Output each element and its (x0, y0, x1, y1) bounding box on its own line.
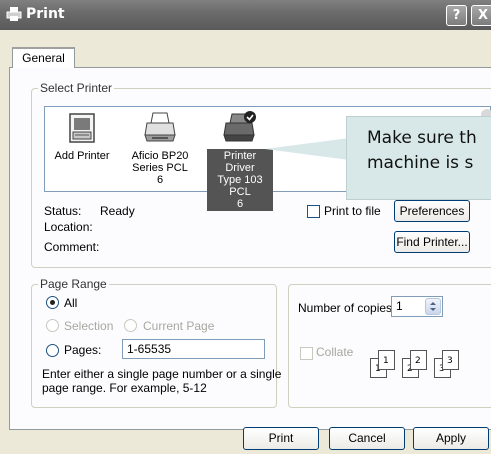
add-printer-icon (69, 113, 95, 143)
print-to-file-label: Print to file (324, 204, 381, 218)
collate-label: Collate (316, 345, 354, 359)
printer-item-label: Aficio BP20 Series PCL 6 (131, 150, 189, 186)
print-to-file-checkbox[interactable] (307, 205, 320, 218)
printer-icon (6, 7, 22, 21)
print-button[interactable]: Print (243, 427, 319, 450)
current-page-radio[interactable] (124, 319, 137, 332)
print-dialog: Print ? X General Select Printer Add Pri… (0, 0, 491, 454)
pages-input[interactable]: 1-65535 (122, 339, 265, 359)
printer-item-add-printer[interactable]: Add Printer (49, 107, 115, 163)
callout-line-1: Make sure th (367, 128, 477, 148)
spinner-arrows-icon (430, 302, 436, 311)
help-button[interactable]: ? (446, 5, 467, 26)
window-title: Print (26, 6, 65, 22)
all-pages-label: All (64, 296, 78, 310)
select-printer-title: Select Printer (38, 81, 115, 95)
close-button[interactable]: X (471, 5, 491, 26)
comment-label: Comment: (44, 240, 100, 254)
selection-radio[interactable] (46, 319, 59, 332)
pages-label: Pages: (64, 343, 102, 357)
all-pages-radio[interactable] (46, 296, 59, 309)
printer-item-label: Add Printer (54, 150, 110, 162)
page-range-title: Page Range (38, 277, 109, 291)
collate-page: 1 (378, 350, 395, 370)
pages-radio[interactable] (46, 344, 59, 357)
collate-page: 2 (410, 350, 427, 370)
printer-icon (144, 112, 176, 142)
printer-item-driver-type-103[interactable]: Printer Driver Type 103 PCL 6 (207, 107, 273, 211)
apply-button[interactable]: Apply (413, 427, 489, 450)
status-value: Ready (100, 204, 135, 218)
current-page-label: Current Page (143, 319, 215, 333)
collate-page: 3 (442, 350, 459, 370)
printer-item-aficio[interactable]: Aficio BP20 Series PCL 6 (127, 107, 193, 187)
number-of-copies-label: Number of copies: (298, 301, 396, 315)
selection-label: Selection (64, 319, 114, 333)
cancel-button[interactable]: Cancel (329, 427, 405, 450)
copies-spinner[interactable] (425, 298, 441, 315)
location-label: Location: (44, 220, 93, 234)
printer-item-label: Printer Driver Type 103 PCL 6 (207, 149, 273, 211)
status-label: Status: (44, 204, 82, 218)
page-range-hint-line-2: page range. For example, 5-12 (42, 381, 207, 395)
tab-general[interactable]: General (12, 47, 75, 68)
preferences-button[interactable]: Preferences (394, 200, 470, 222)
page-range-hint-line-1: Enter either a single page number or a s… (42, 367, 282, 381)
callout-tooltip: Make sure th machine is s (346, 116, 491, 200)
default-printer-icon (223, 111, 256, 142)
find-printer-button[interactable]: Find Printer... (394, 231, 470, 253)
callout-line-2: machine is s (367, 153, 474, 173)
collate-checkbox[interactable] (300, 347, 313, 360)
title-bar[interactable]: Print ? X (0, 0, 491, 30)
callout-pointer (265, 138, 349, 160)
